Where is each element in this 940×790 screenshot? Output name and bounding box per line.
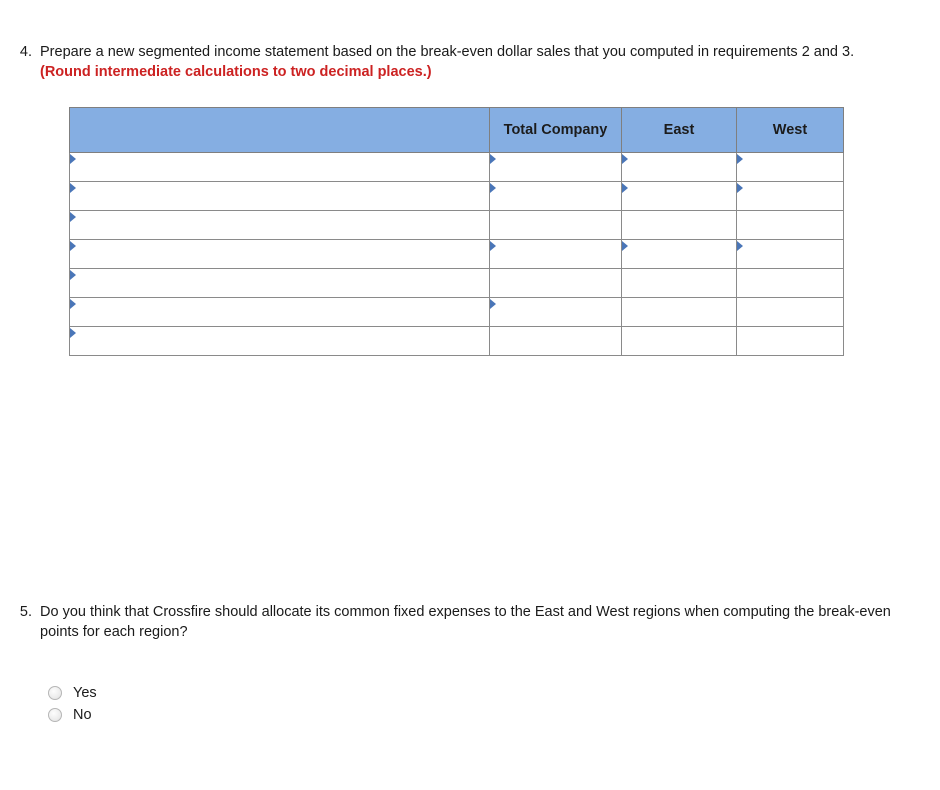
total-company-input-cell-1[interactable] xyxy=(489,152,622,182)
question-5: 5. Do you think that Crossfire should al… xyxy=(10,602,910,642)
east-cell-5[interactable] xyxy=(621,268,737,298)
west-input-cell-1[interactable] xyxy=(736,152,844,182)
table-row xyxy=(69,210,844,240)
question-4-body: Prepare a new segmented income statement… xyxy=(40,44,855,60)
question-4-number: 4. xyxy=(19,44,32,60)
west-cell-5[interactable] xyxy=(736,268,844,298)
radio-button-no-icon[interactable] xyxy=(48,708,62,722)
option-yes[interactable]: Yes xyxy=(48,682,97,704)
east-cell-3[interactable] xyxy=(621,210,737,240)
total-company-cell-5[interactable] xyxy=(489,268,622,298)
west-input-cell-2[interactable] xyxy=(736,181,844,211)
total-company-input-cell-4[interactable] xyxy=(489,239,622,269)
label-input-cell-3[interactable] xyxy=(69,210,490,240)
table-row xyxy=(69,297,844,327)
segmented-income-statement-table: Total Company East West xyxy=(69,107,844,356)
west-input-cell-4[interactable] xyxy=(736,239,844,269)
income-statement-grid: Total Company East West xyxy=(69,107,844,356)
east-input-cell-2[interactable] xyxy=(621,181,737,211)
table-header-row: Total Company East West xyxy=(69,107,844,153)
label-input-cell-2[interactable] xyxy=(69,181,490,211)
west-cell-3[interactable] xyxy=(736,210,844,240)
label-input-cell-1[interactable] xyxy=(69,152,490,182)
total-company-input-cell-6[interactable] xyxy=(489,297,622,327)
east-cell-7[interactable] xyxy=(621,326,737,356)
label-input-cell-6[interactable] xyxy=(69,297,490,327)
option-no-label: No xyxy=(73,707,92,723)
question-4-text: Prepare a new segmented income statement… xyxy=(40,42,860,82)
question-4: 4. Prepare a new segmented income statem… xyxy=(10,42,880,82)
question-5-text: Do you think that Crossfire should alloc… xyxy=(40,604,891,640)
question-4-emphasis: (Round intermediate calculations to two … xyxy=(40,64,432,80)
east-input-cell-1[interactable] xyxy=(621,152,737,182)
total-company-cell-7[interactable] xyxy=(489,326,622,356)
total-company-input-cell-2[interactable] xyxy=(489,181,622,211)
column-header-total-company: Total Company xyxy=(489,107,622,153)
table-row xyxy=(69,326,844,356)
option-no[interactable]: No xyxy=(48,704,97,726)
total-company-cell-3[interactable] xyxy=(489,210,622,240)
label-input-cell-5[interactable] xyxy=(69,268,490,298)
radio-button-yes-icon[interactable] xyxy=(48,686,62,700)
question-5-options: Yes No xyxy=(48,682,97,726)
option-yes-label: Yes xyxy=(73,685,97,701)
table-row xyxy=(69,152,844,182)
west-cell-7[interactable] xyxy=(736,326,844,356)
east-cell-6[interactable] xyxy=(621,297,737,327)
question-5-number: 5. xyxy=(19,604,32,620)
table-row xyxy=(69,239,844,269)
label-input-cell-4[interactable] xyxy=(69,239,490,269)
column-header-label xyxy=(69,107,490,153)
column-header-west: West xyxy=(736,107,844,153)
label-input-cell-7[interactable] xyxy=(69,326,490,356)
worksheet-page: 4. Prepare a new segmented income statem… xyxy=(0,0,940,790)
west-cell-6[interactable] xyxy=(736,297,844,327)
table-row xyxy=(69,268,844,298)
table-row xyxy=(69,181,844,211)
column-header-east: East xyxy=(621,107,737,153)
east-input-cell-4[interactable] xyxy=(621,239,737,269)
